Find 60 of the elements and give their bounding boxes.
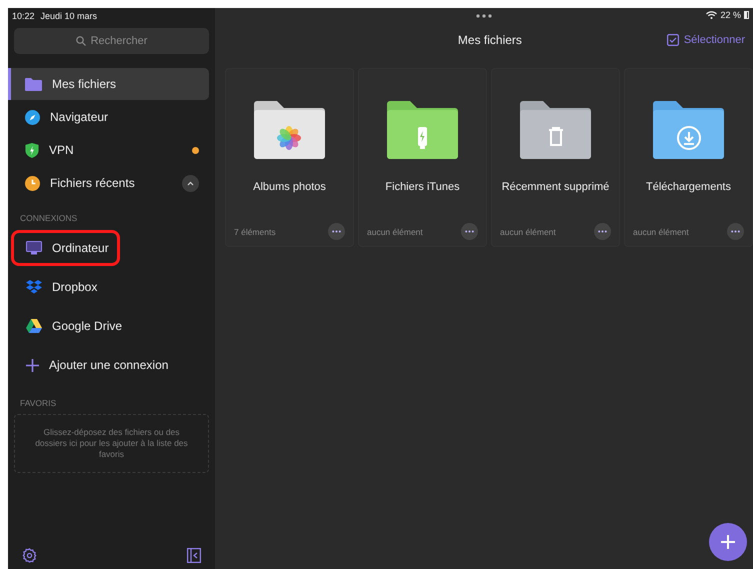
folder-name: Téléchargements	[646, 181, 731, 193]
monitor-icon	[26, 241, 42, 255]
settings-icon[interactable]	[22, 548, 37, 563]
compass-icon	[25, 110, 40, 124]
collapse-button[interactable]	[182, 174, 199, 192]
connection-item[interactable]: Dropbox	[11, 269, 108, 305]
search-field[interactable]: Rechercher	[14, 28, 209, 54]
more-button[interactable]	[461, 223, 478, 240]
section-heading: FAVORIS	[19, 397, 58, 410]
more-button[interactable]	[727, 223, 744, 240]
connection-item[interactable]: Ordinateur	[11, 230, 120, 266]
ellipsis-icon	[465, 230, 474, 233]
folder-card[interactable]: Albums photos 7 éléments	[225, 68, 354, 247]
sidebar-item[interactable]: VPN	[8, 134, 209, 166]
sidebar-item[interactable]: Navigateur	[8, 101, 209, 133]
sidebar-item[interactable]: Fichiers récents	[8, 167, 209, 199]
section-heading: CONNEXIONS	[19, 212, 78, 225]
ellipsis-icon	[332, 230, 341, 233]
trash-folder-icon	[520, 101, 591, 159]
clock-icon	[25, 176, 40, 190]
search-icon	[76, 36, 86, 46]
battery-percentage: 22 %	[720, 10, 741, 20]
connection-item[interactable]: Ajouter une connexion	[11, 347, 180, 383]
select-button[interactable]: Sélectionner	[666, 34, 745, 46]
folder-name: Albums photos	[253, 181, 326, 193]
item-count: aucun élément	[367, 226, 423, 236]
item-count: aucun élément	[500, 226, 556, 236]
status-time: 10:22	[12, 11, 35, 21]
dropbox-icon	[26, 280, 42, 294]
favorites-drop-zone: Glissez-déposez des fichiers ou des dossiers ici pour les ajouter à la liste des favoris	[14, 414, 209, 474]
download-folder-icon	[653, 101, 724, 159]
collapse-sidebar-icon[interactable]	[187, 548, 201, 563]
drive-icon	[26, 319, 42, 333]
folder-card[interactable]: Récemment supprimé aucun élément	[491, 68, 620, 247]
plus-icon	[720, 534, 736, 550]
folder-card[interactable]: Fichiers iTunes aucun élément	[358, 68, 487, 247]
folder-card[interactable]: Téléchargements aucun élément	[624, 68, 753, 247]
more-dots-icon[interactable]	[476, 14, 492, 18]
status-date: Jeudi 10 mars	[40, 11, 98, 21]
chevron-up-icon	[187, 180, 194, 186]
add-button[interactable]	[709, 523, 747, 561]
sidebar-item[interactable]: Mes fichiers	[8, 68, 209, 100]
page-title: Mes fichiers	[456, 33, 523, 47]
more-button[interactable]	[328, 223, 345, 240]
battery-folder-icon	[387, 101, 458, 159]
plus-icon	[26, 358, 39, 372]
item-count: 7 éléments	[234, 226, 276, 236]
more-button[interactable]	[594, 223, 611, 240]
folder-name: Récemment supprimé	[502, 181, 610, 193]
ellipsis-icon	[598, 230, 607, 233]
wifi-icon	[706, 11, 718, 19]
shield-icon	[25, 142, 39, 158]
ellipsis-icon	[731, 230, 740, 233]
connection-item[interactable]: Google Drive	[11, 308, 134, 344]
folder-name: Fichiers iTunes	[385, 181, 460, 193]
folder-icon	[25, 78, 42, 90]
checkbox-icon	[666, 34, 679, 46]
photos-folder-icon	[254, 101, 325, 159]
battery-icon	[744, 11, 749, 19]
item-count: aucun élément	[633, 226, 689, 236]
